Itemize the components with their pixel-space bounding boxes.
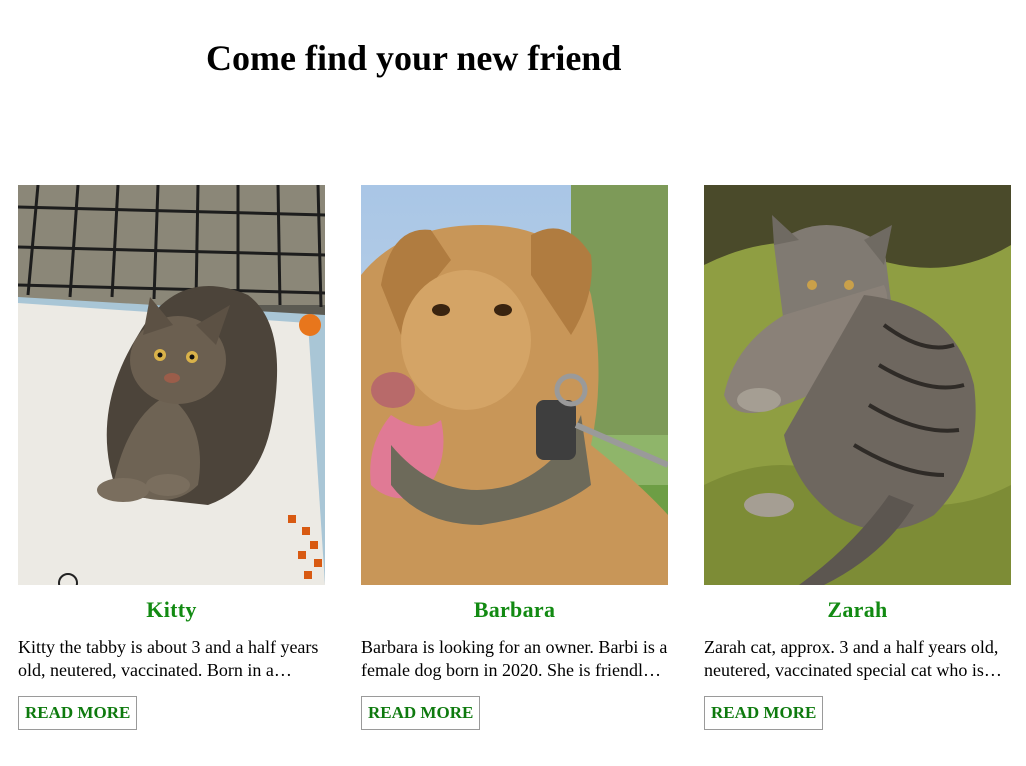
pet-card: Zarah Zarah cat, approx. 3 and a half ye… bbox=[704, 185, 1011, 730]
pet-card: Barbara Barbara is looking for an owner.… bbox=[361, 185, 668, 730]
pet-description: Kitty the tabby is about 3 and a half ye… bbox=[18, 637, 319, 680]
pet-photo-barbara bbox=[361, 185, 668, 585]
pet-description: Barbara is looking for an owner. Barbi i… bbox=[361, 637, 668, 680]
pet-card: Kitty Kitty the tabby is about 3 and a h… bbox=[18, 185, 325, 730]
pet-photo-kitty bbox=[18, 185, 325, 585]
cat-photo-illustration bbox=[704, 185, 1011, 585]
read-more-button[interactable]: READ MORE bbox=[704, 696, 824, 730]
pet-description: Zarah cat, approx. 3 and a half years ol… bbox=[704, 637, 999, 680]
read-more-button[interactable]: READ MORE bbox=[361, 696, 481, 730]
pet-card-list: Kitty Kitty the tabby is about 3 and a h… bbox=[18, 185, 1018, 745]
pet-name: Barbara bbox=[473, 597, 556, 622]
read-more-button[interactable]: READ MORE bbox=[18, 696, 138, 730]
pet-name: Kitty bbox=[146, 597, 197, 622]
page-title: Come find your new friend bbox=[206, 38, 622, 78]
pet-photo-zarah bbox=[704, 185, 1011, 585]
pet-name: Zarah bbox=[827, 597, 888, 622]
cat-photo-illustration bbox=[18, 185, 325, 585]
dog-photo-illustration bbox=[361, 185, 668, 585]
